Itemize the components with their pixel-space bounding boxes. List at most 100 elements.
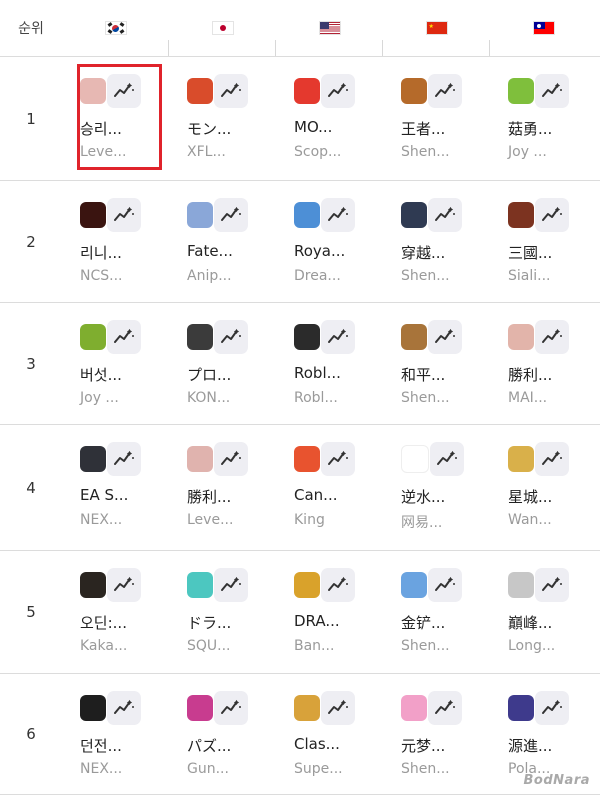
app-name[interactable]: 星城... xyxy=(508,486,552,507)
app-name[interactable]: 王者... xyxy=(401,118,445,139)
justice-calligraphy-app-icon[interactable] xyxy=(401,445,429,473)
three-kingdoms-app-icon[interactable] xyxy=(508,202,534,228)
app-cell-japan[interactable]: モン... XFL... xyxy=(169,57,276,180)
trend-chart-button[interactable] xyxy=(214,198,248,232)
trend-chart-button[interactable] xyxy=(428,320,462,354)
app-cell-usa[interactable]: DRA... Ban... xyxy=(276,551,383,673)
monopoly-go-app-icon[interactable] xyxy=(294,78,320,104)
app-name[interactable]: プロ... xyxy=(187,364,231,385)
trend-chart-button[interactable] xyxy=(321,198,355,232)
roblox-app-icon[interactable] xyxy=(294,324,320,350)
trend-chart-button[interactable] xyxy=(535,568,569,602)
anime-character-app-icon[interactable] xyxy=(508,695,534,721)
trend-chart-button[interactable] xyxy=(214,691,248,725)
trend-chart-button[interactable] xyxy=(107,568,141,602)
trend-chart-button[interactable] xyxy=(214,442,248,476)
app-cell-china[interactable]: 元梦... Shen... xyxy=(383,674,490,794)
trend-chart-button[interactable] xyxy=(321,320,355,354)
trend-chart-button[interactable] xyxy=(428,568,462,602)
app-cell-korea[interactable]: EA S... NEX... xyxy=(62,425,169,550)
anime-girl-app-icon[interactable] xyxy=(508,324,534,350)
app-name[interactable]: Clas... xyxy=(294,735,340,753)
dream-star-app-icon[interactable] xyxy=(401,695,427,721)
trend-chart-button[interactable] xyxy=(428,74,462,108)
dungeon-fighter-app-icon[interactable] xyxy=(80,695,106,721)
trend-chart-button[interactable] xyxy=(321,74,355,108)
golden-spatula-app-icon[interactable] xyxy=(401,572,427,598)
app-cell-taiwan[interactable]: 菇勇... Joy ... xyxy=(490,57,597,180)
app-name[interactable]: 던전... xyxy=(80,735,122,756)
racing-car-app-icon[interactable] xyxy=(508,572,534,598)
trend-chart-button[interactable] xyxy=(214,74,248,108)
app-cell-china[interactable]: 逆水... 网易... xyxy=(383,425,490,550)
app-cell-taiwan[interactable]: 星城... Wan... xyxy=(490,425,597,550)
star-city-app-icon[interactable] xyxy=(508,446,534,472)
app-name[interactable]: 오딘:... xyxy=(80,612,127,633)
trend-chart-button[interactable] xyxy=(535,442,569,476)
app-name[interactable]: 逆水... xyxy=(401,486,445,507)
pro-baseball-app-icon[interactable] xyxy=(187,324,213,350)
trend-chart-button[interactable] xyxy=(214,568,248,602)
app-cell-korea[interactable]: 버섯... Joy ... xyxy=(62,303,169,424)
app-cell-korea[interactable]: 던전... NEX... xyxy=(62,674,169,794)
app-cell-korea[interactable]: 오딘:... Kaka... xyxy=(62,551,169,673)
anime-girl-app-icon[interactable] xyxy=(187,446,213,472)
app-cell-japan[interactable]: 勝利... Leve... xyxy=(169,425,276,550)
app-name[interactable]: Robl... xyxy=(294,364,341,382)
app-name[interactable]: 버섯... xyxy=(80,364,122,385)
app-name[interactable]: モン... xyxy=(187,118,231,139)
dragon-quest-app-icon[interactable] xyxy=(187,572,213,598)
peacekeeper-elite-app-icon[interactable] xyxy=(401,324,427,350)
mushroom-game-app-icon[interactable] xyxy=(80,324,106,350)
dragon-ball-app-icon[interactable] xyxy=(294,572,320,598)
app-name[interactable]: 勝利... xyxy=(508,364,552,385)
honor-of-kings-app-icon[interactable] xyxy=(401,78,427,104)
app-name[interactable]: 源進... xyxy=(508,735,552,756)
column-header-korea[interactable] xyxy=(62,21,169,56)
candy-crush-app-icon[interactable] xyxy=(294,446,320,472)
app-cell-china[interactable]: 王者... Shen... xyxy=(383,57,490,180)
app-cell-korea[interactable]: 리니... NCS... xyxy=(62,181,169,302)
app-name[interactable]: 勝利... xyxy=(187,486,231,507)
app-cell-usa[interactable]: Robl... Robl... xyxy=(276,303,383,424)
trend-chart-button[interactable] xyxy=(535,320,569,354)
column-header-china[interactable]: ★ xyxy=(383,21,490,56)
app-name[interactable]: 金铲... xyxy=(401,612,445,633)
app-name[interactable]: 三國... xyxy=(508,242,552,263)
trend-chart-button[interactable] xyxy=(107,442,141,476)
trend-chart-button[interactable] xyxy=(321,691,355,725)
app-cell-china[interactable]: 金铲... Shen... xyxy=(383,551,490,673)
crossfire-app-icon[interactable] xyxy=(401,202,427,228)
column-header-usa[interactable] xyxy=(276,21,383,56)
clash-of-clans-app-icon[interactable] xyxy=(294,695,320,721)
trend-chart-button[interactable] xyxy=(428,198,462,232)
app-cell-japan[interactable]: Fate... Anip... xyxy=(169,181,276,302)
app-cell-taiwan[interactable]: 勝利... MAI... xyxy=(490,303,597,424)
app-name[interactable]: 菇勇... xyxy=(508,118,552,139)
app-name[interactable]: 和平... xyxy=(401,364,445,385)
trend-chart-button[interactable] xyxy=(535,198,569,232)
app-cell-japan[interactable]: プロ... KON... xyxy=(169,303,276,424)
app-name[interactable]: 리니... xyxy=(80,242,122,263)
royal-match-app-icon[interactable] xyxy=(294,202,320,228)
app-name[interactable]: MO... xyxy=(294,118,332,136)
column-header-taiwan[interactable] xyxy=(490,21,597,35)
app-cell-japan[interactable]: ドラ... SQU... xyxy=(169,551,276,673)
app-name[interactable]: 元梦... xyxy=(401,735,445,756)
app-cell-usa[interactable]: MO... Scop... xyxy=(276,57,383,180)
mushroom-game-app-icon[interactable] xyxy=(508,78,534,104)
app-cell-china[interactable]: 穿越... Shen... xyxy=(383,181,490,302)
app-name[interactable]: Roya... xyxy=(294,242,345,260)
trend-chart-button[interactable] xyxy=(107,691,141,725)
trend-chart-button[interactable] xyxy=(535,691,569,725)
app-name[interactable]: DRA... xyxy=(294,612,340,630)
app-cell-china[interactable]: 和平... Shen... xyxy=(383,303,490,424)
app-name[interactable]: 穿越... xyxy=(401,242,445,263)
app-name[interactable]: Can... xyxy=(294,486,337,504)
column-header-japan[interactable] xyxy=(169,21,276,56)
app-cell-usa[interactable]: Clas... Supe... xyxy=(276,674,383,794)
app-name[interactable]: パズ... xyxy=(187,735,231,756)
app-cell-usa[interactable]: Can... King xyxy=(276,425,383,550)
trend-chart-button[interactable] xyxy=(430,442,464,476)
ea-sports-fc-app-icon[interactable] xyxy=(80,446,106,472)
